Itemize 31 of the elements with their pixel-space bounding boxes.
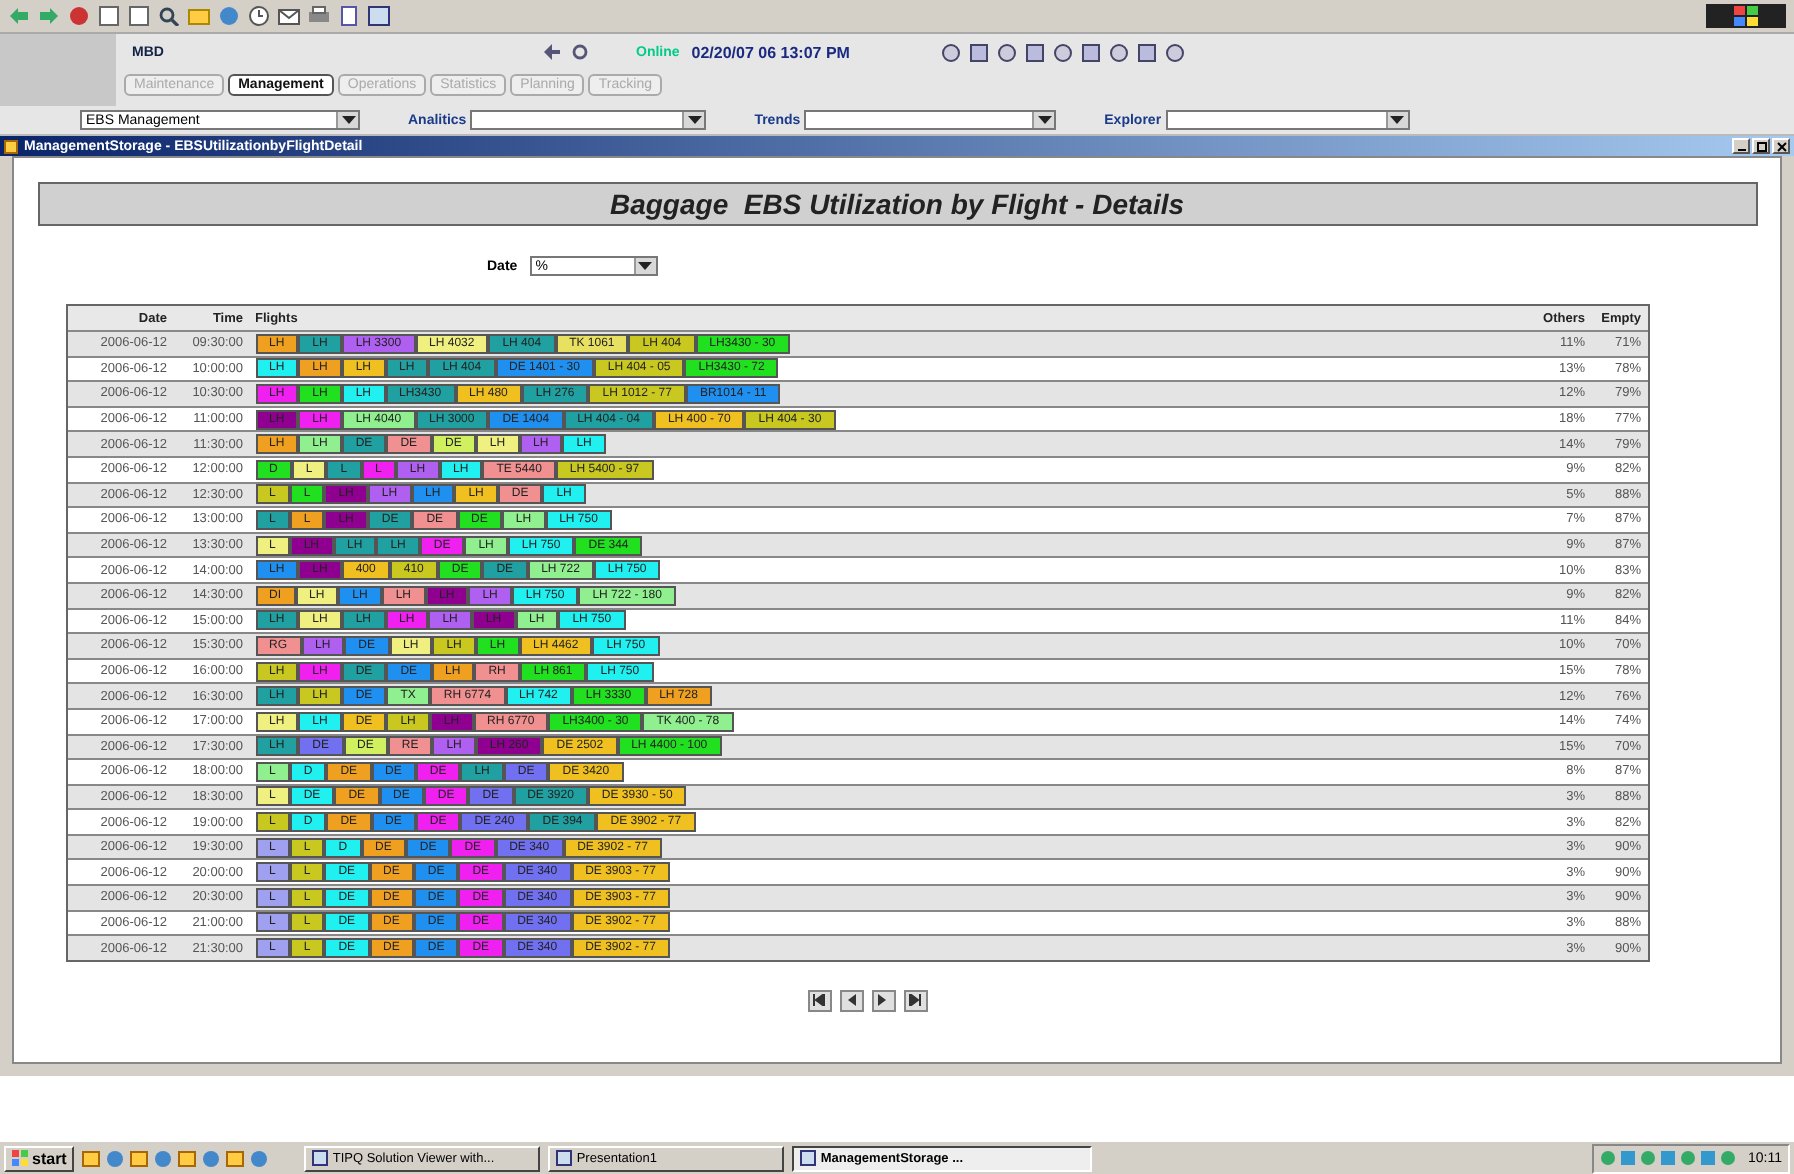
close-icon — [1775, 141, 1787, 151]
previous-page-icon — [844, 994, 858, 1007]
printer-icon[interactable] — [308, 6, 330, 26]
filter-dropdown[interactable] — [804, 110, 1057, 130]
dropdown-arrow-icon — [1037, 116, 1052, 124]
flag-icon — [12, 1150, 28, 1166]
last-page-icon — [908, 994, 922, 1007]
last-page-button[interactable] — [903, 989, 927, 1012]
timestamp: 02/20/07 06 13:07 PM — [691, 43, 850, 61]
next-page-button[interactable] — [871, 989, 895, 1012]
maximize-icon — [1755, 141, 1767, 151]
report-title: Baggage EBS Utilization by Flight - Details — [37, 182, 1757, 226]
flag-icon — [1734, 6, 1758, 26]
first-page-button[interactable] — [807, 989, 831, 1012]
dropdown-arrow-icon — [687, 116, 702, 124]
stop-icon[interactable] — [68, 6, 90, 26]
filter-dropdown[interactable] — [1165, 110, 1410, 130]
previous-page-button[interactable] — [839, 989, 863, 1012]
first-page-icon — [812, 994, 826, 1007]
close-button[interactable] — [1772, 138, 1790, 154]
clock-icon[interactable] — [248, 6, 270, 26]
back-arrow-icon[interactable] — [544, 44, 560, 60]
filter-dropdown[interactable] — [470, 110, 707, 130]
dropdown-arrow-icon — [341, 116, 355, 124]
search-icon[interactable] — [158, 6, 180, 26]
dropdown-arrow-icon — [638, 262, 653, 270]
next-page-icon — [876, 994, 890, 1007]
dropdown-arrow-icon — [1390, 116, 1405, 124]
maximize-button[interactable] — [1752, 138, 1770, 154]
start-button[interactable]: start — [4, 1145, 75, 1171]
minimize-button[interactable] — [1732, 138, 1750, 154]
